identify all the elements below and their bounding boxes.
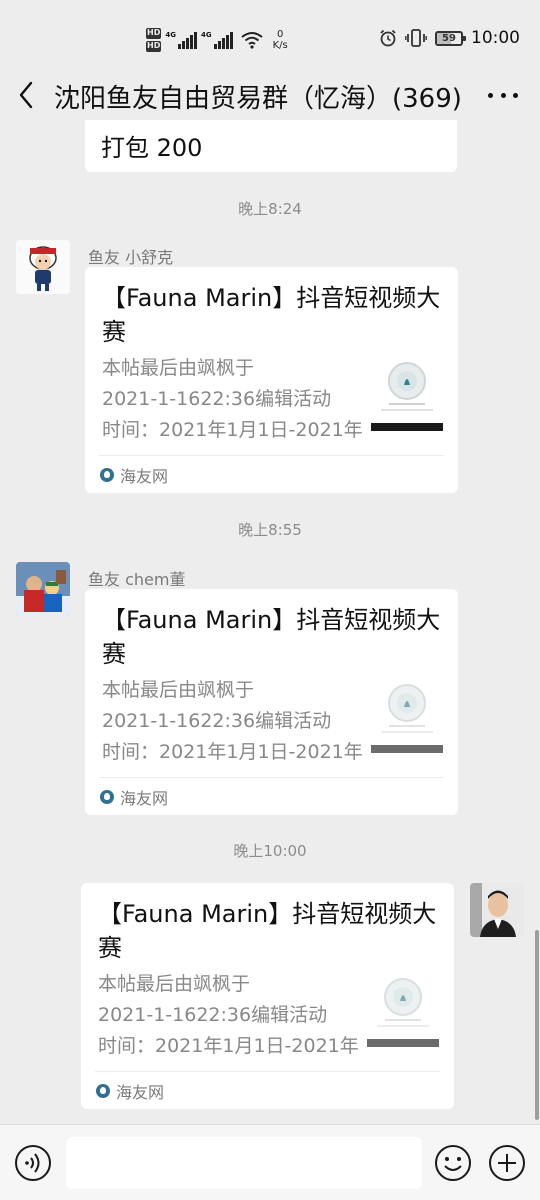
message-list[interactable]: 打包 200 晚上8:24 鱼友 小舒克 【Fauna Marin】抖音短视频大… <box>0 120 540 1124</box>
scrollbar[interactable] <box>535 930 539 1120</box>
voice-button[interactable] <box>14 1144 52 1182</box>
link-card[interactable]: 【Fauna Marin】抖音短视频大赛 本帖最后由飒枫于 2021-1-162… <box>81 883 454 1109</box>
card-source: 海友网 <box>96 1079 164 1103</box>
sender-name: 鱼友 小舒克 <box>88 248 174 267</box>
more-actions-button[interactable] <box>488 1144 526 1182</box>
plus-icon <box>489 1145 525 1181</box>
source-logo-icon <box>100 790 114 804</box>
avatar[interactable] <box>16 562 70 616</box>
card-desc-line: 时间：2021年1月1日-2021年 <box>102 741 363 763</box>
avatar-image <box>16 562 70 616</box>
alarm-icon <box>380 29 396 47</box>
card-source: 海友网 <box>100 463 168 487</box>
signal-icon: 4G <box>165 31 197 49</box>
message-input[interactable] <box>66 1137 422 1189</box>
card-title: 【Fauna Marin】抖音短视频大赛 <box>102 284 441 346</box>
timestamp: 晚上8:55 <box>238 521 302 539</box>
chat-header: 沈阳鱼友自由贸易群（忆海）(369) <box>0 70 540 120</box>
hd-indicators: HD HD <box>146 28 162 52</box>
signal-icon: 4G <box>201 31 233 49</box>
avatar-image <box>16 240 70 294</box>
source-logo-icon <box>100 468 114 482</box>
card-divider <box>95 1071 440 1072</box>
card-thumbnail <box>367 971 439 1047</box>
card-desc-line: 本帖最后由飒枫于 <box>102 357 255 379</box>
wifi-icon <box>240 32 263 49</box>
card-desc-line: 本帖最后由飒枫于 <box>102 679 255 701</box>
vibrate-icon <box>405 29 427 47</box>
card-divider <box>99 455 444 456</box>
back-button[interactable] <box>0 70 52 120</box>
hd-badge: HD <box>146 28 162 39</box>
sender-name: 鱼友 chem董 <box>88 570 186 589</box>
source-name: 海友网 <box>116 1083 165 1102</box>
avatar[interactable] <box>470 883 524 937</box>
network-speed: 0 K/s <box>273 29 288 51</box>
hd-badge: HD <box>146 41 162 52</box>
timestamp: 晚上8:24 <box>238 200 302 218</box>
speed-value: 0 <box>276 29 284 40</box>
link-card[interactable]: 【Fauna Marin】抖音短视频大赛 本帖最后由飒枫于 2021-1-162… <box>85 589 458 815</box>
more-button[interactable] <box>488 84 518 106</box>
battery-level: 59 <box>442 32 456 44</box>
card-description: 本帖最后由飒枫于 2021-1-1622:36编辑活动 时间：2021年1月1日… <box>102 675 364 768</box>
avatar-image <box>470 883 524 937</box>
status-left: HD HD 4G 4G 0 K/s <box>146 24 288 56</box>
speed-unit: K/s <box>272 40 288 51</box>
back-chevron-icon <box>19 81 33 109</box>
card-desc-line: 2021-1-1622:36编辑活动 <box>102 388 332 410</box>
clock: 10:00 <box>471 28 520 48</box>
emoji-icon <box>435 1145 471 1181</box>
avatar[interactable] <box>16 240 70 294</box>
input-bar <box>0 1124 540 1200</box>
emoji-button[interactable] <box>434 1144 472 1182</box>
battery-icon: 59 <box>435 30 466 46</box>
card-thumbnail <box>371 677 443 753</box>
network-type-label: 4G <box>165 31 176 39</box>
status-right: 59 10:00 <box>379 28 520 48</box>
card-title: 【Fauna Marin】抖音短视频大赛 <box>98 900 437 962</box>
card-description: 本帖最后由飒枫于 2021-1-1622:36编辑活动 时间：2021年1月1日… <box>98 969 360 1062</box>
network-type-label: 4G <box>200 31 212 39</box>
message-text: 打包 200 <box>101 134 203 162</box>
card-source: 海友网 <box>100 785 168 809</box>
card-desc-line: 时间：2021年1月1日-2021年 <box>102 419 363 441</box>
card-description: 本帖最后由飒枫于 2021-1-1622:36编辑活动 时间：2021年1月1日… <box>102 353 364 446</box>
source-name: 海友网 <box>120 789 169 808</box>
card-desc-line: 2021-1-1622:36编辑活动 <box>98 1004 328 1026</box>
card-desc-line: 时间：2021年1月1日-2021年 <box>98 1035 359 1057</box>
timestamp: 晚上10:00 <box>233 842 307 860</box>
source-logo-icon <box>96 1084 110 1098</box>
message-bubble[interactable]: 打包 200 <box>85 120 457 172</box>
card-divider <box>99 777 444 778</box>
card-title: 【Fauna Marin】抖音短视频大赛 <box>102 606 441 668</box>
card-desc-line: 2021-1-1622:36编辑活动 <box>102 710 332 732</box>
voice-icon <box>15 1145 51 1181</box>
more-dots-icon <box>488 92 493 98</box>
card-desc-line: 本帖最后由飒枫于 <box>98 973 251 995</box>
chat-title: 沈阳鱼友自由贸易群（忆海）(369) <box>54 84 462 114</box>
link-card[interactable]: 【Fauna Marin】抖音短视频大赛 本帖最后由飒枫于 2021-1-162… <box>85 267 458 493</box>
status-bar: HD HD 4G 4G 0 K/s 59 10:00 <box>0 0 540 70</box>
card-thumbnail <box>371 355 443 431</box>
source-name: 海友网 <box>120 467 169 486</box>
